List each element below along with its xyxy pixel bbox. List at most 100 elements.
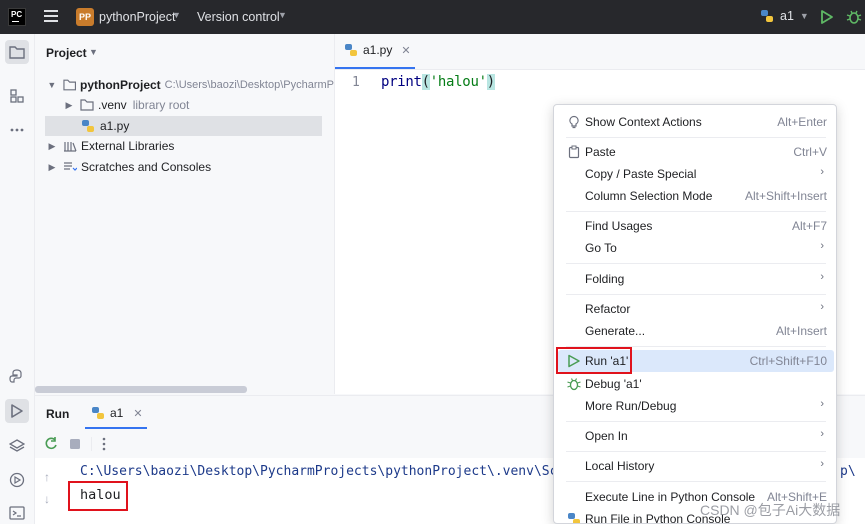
menu-item-find-usages[interactable]: Find Usages Alt+F7	[558, 215, 834, 237]
bulb-icon	[569, 115, 579, 129]
menu-item-label: Show Context Actions	[585, 115, 702, 129]
menu-item-shortcut: Ctrl+Shift+F10	[749, 354, 827, 368]
close-icon[interactable]: ✕	[401, 44, 410, 57]
chevron-right-icon: ›	[820, 428, 824, 440]
tree-item-label: Scratches and Consoles	[81, 160, 212, 174]
menu-item-more-run-debug[interactable]: More Run/Debug ›	[558, 395, 834, 417]
tree-item-project-root[interactable]: ▼ pythonProject C:\Users\baozi\Desktop\P…	[35, 75, 334, 95]
chevron-right-icon[interactable]: ▶	[47, 141, 57, 152]
menu-item-generate[interactable]: Generate... Alt+Insert	[558, 320, 834, 342]
menu-item-shortcut: Alt+Insert	[775, 324, 827, 338]
project-folder-icon[interactable]	[5, 40, 29, 64]
menu-item-label: Generate...	[585, 324, 646, 338]
tree-item-a1-py[interactable]: a1.py	[45, 116, 322, 136]
library-icon	[64, 142, 77, 152]
tree-item-external-libraries[interactable]: ▶ External Libraries	[35, 136, 334, 156]
menu-item-copy-paste-special[interactable]: Copy / Paste Special ›	[558, 163, 834, 185]
menu-separator	[566, 211, 826, 212]
menu-separator	[566, 137, 826, 138]
folder-icon	[80, 99, 94, 111]
chevron-right-icon: ›	[820, 240, 824, 252]
menu-item-label: Open In	[585, 429, 628, 443]
active-tab-indicator	[335, 67, 415, 69]
debug-icon	[567, 378, 581, 391]
menu-item-column-selection-mode[interactable]: Column Selection Mode Alt+Shift+Insert	[558, 185, 834, 207]
chevron-down-icon[interactable]: ▼	[89, 47, 98, 57]
code-line[interactable]: print('halou')	[381, 74, 495, 90]
terminal-icon[interactable]	[5, 501, 29, 524]
rerun-icon[interactable]	[43, 436, 59, 452]
menu-item-shortcut: Alt+Shift+Insert	[744, 189, 827, 203]
console-command-path-tail: p\	[840, 464, 856, 479]
editor-tab-a1-py[interactable]: a1.py ✕	[344, 43, 411, 57]
run-config-label: a1	[780, 9, 794, 23]
scrollbar-thumb[interactable]	[35, 386, 247, 393]
code-function: print	[381, 74, 422, 90]
scratches-icon	[64, 162, 77, 171]
menu-item-label: More Run/Debug	[585, 399, 677, 413]
menu-item-label: Copy / Paste Special	[585, 167, 697, 181]
python-icon	[568, 513, 580, 523]
run-icon[interactable]	[5, 399, 29, 423]
project-badge[interactable]: PP	[76, 8, 94, 26]
run-tab-a1[interactable]: a1 ✕	[91, 406, 143, 420]
pycharm-logo[interactable]: PC	[8, 8, 26, 26]
paste-icon	[568, 145, 580, 159]
tree-item-venv[interactable]: ▶ .venv library root	[35, 95, 334, 115]
python-icon	[92, 407, 104, 419]
menu-item-go-to[interactable]: Go To ›	[558, 237, 834, 259]
project-panel-title[interactable]: Project	[46, 46, 87, 60]
close-icon[interactable]: ✕	[133, 407, 142, 420]
run-icon[interactable]	[820, 9, 834, 25]
menu-item-local-history[interactable]: Local History ›	[558, 455, 834, 477]
chevron-down-icon[interactable]: ▼	[172, 10, 181, 20]
debug-icon[interactable]	[846, 9, 862, 25]
highlight-box-run	[556, 347, 632, 374]
editor-tab-bar: a1.py ✕	[334, 34, 865, 70]
more-icon[interactable]	[5, 118, 29, 142]
hamburger-menu-icon[interactable]	[44, 10, 58, 22]
python-icon	[761, 10, 773, 22]
code-paren-close: )	[486, 74, 495, 90]
chevron-right-icon[interactable]: ▶	[47, 162, 57, 173]
menu-item-label: Column Selection Mode	[585, 189, 713, 203]
services-icon[interactable]	[5, 468, 29, 492]
menu-item-open-in[interactable]: Open In ›	[558, 425, 834, 447]
menu-item-label: Refactor	[585, 302, 631, 316]
chevron-right-icon: ›	[820, 166, 824, 178]
tree-item-label: a1.py	[100, 119, 130, 133]
console-command-path: C:\Users\baozi\Desktop\PycharmProjects\p…	[80, 464, 558, 479]
stop-icon[interactable]	[69, 438, 81, 450]
menu-item-refactor[interactable]: Refactor ›	[558, 298, 834, 320]
menu-item-folding[interactable]: Folding ›	[558, 268, 834, 290]
menu-item-show-context-actions[interactable]: Show Context Actions Alt+Enter	[558, 111, 834, 133]
chevron-down-icon[interactable]: ▼	[47, 80, 57, 90]
project-name-dropdown[interactable]: pythonProject	[99, 10, 175, 24]
tree-item-scratches[interactable]: ▶ Scratches and Consoles	[35, 157, 334, 177]
code-string: 'halou'	[429, 74, 487, 90]
scroll-down-icon[interactable]: ↓	[44, 488, 50, 510]
editor-tab-label: a1.py	[363, 43, 393, 57]
chevron-right-icon[interactable]: ▶	[64, 100, 74, 111]
python-packages-icon[interactable]	[5, 365, 29, 389]
python-icon	[82, 120, 94, 132]
menu-item-paste[interactable]: Paste Ctrl+V	[558, 141, 834, 163]
menu-separator	[566, 481, 826, 482]
structure-icon[interactable]	[5, 84, 29, 108]
layers-icon[interactable]	[5, 434, 29, 458]
menu-separator	[566, 421, 826, 422]
tool-window-strip	[0, 34, 35, 524]
version-control-dropdown[interactable]: Version control	[197, 10, 280, 24]
scroll-up-icon[interactable]: ↑	[44, 466, 50, 488]
run-config-selector[interactable]: a1 ▼	[760, 9, 809, 23]
chevron-down-icon[interactable]: ▼	[278, 10, 287, 20]
menu-item-debug-a1[interactable]: Debug 'a1'	[558, 373, 834, 395]
tree-item-label: .venv	[98, 98, 127, 112]
menu-item-label: Find Usages	[585, 219, 653, 233]
run-toolbar	[43, 436, 106, 452]
run-tab-label: a1	[110, 406, 124, 420]
more-vertical-icon[interactable]	[102, 437, 106, 451]
title-bar: PC PP pythonProject ▼ Version control ▼ …	[0, 0, 865, 34]
menu-item-shortcut: Alt+Enter	[777, 115, 827, 129]
chevron-right-icon: ›	[820, 271, 824, 283]
